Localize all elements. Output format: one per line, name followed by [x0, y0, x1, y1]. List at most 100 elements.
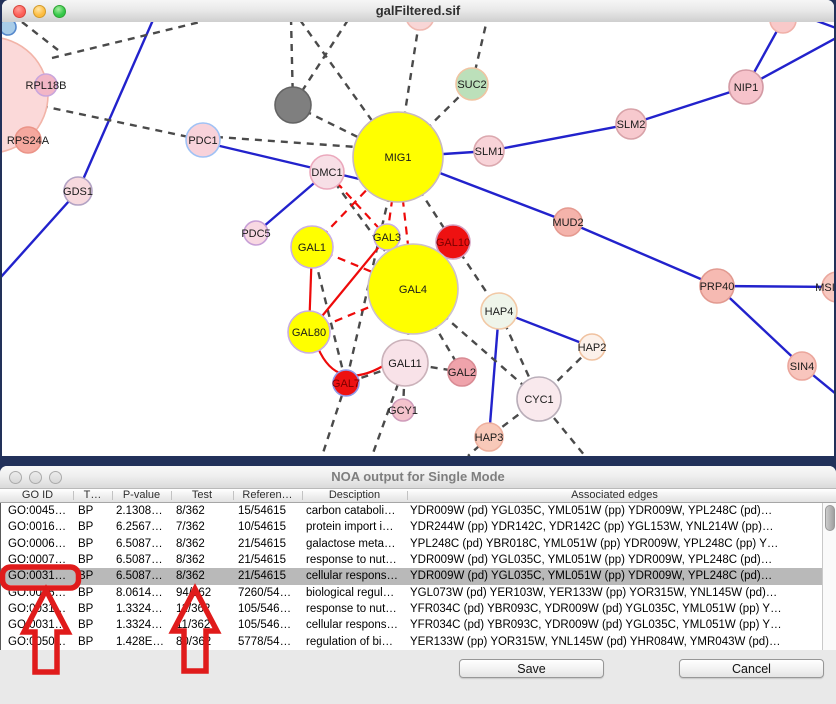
network-node-corner-blue[interactable]: [2, 22, 16, 35]
table-cell: 21/54615: [238, 536, 286, 552]
column-separator: [112, 491, 113, 500]
table-row[interactable]: GO:0031…BP1.3324…11/362105/546…cellular …: [1, 617, 823, 633]
table-cell: 8.0614…: [116, 585, 163, 601]
table-cell: BP: [78, 634, 93, 650]
network-edge-blue: [489, 124, 631, 151]
table-cell: galactose meta…: [306, 536, 396, 552]
network-edge-gray: [22, 22, 58, 50]
node-label-MUD2: MUD2: [552, 217, 583, 229]
table-row[interactable]: GO:0031…BP1.3324…11/362105/546…response …: [1, 601, 823, 617]
network-window-titlebar[interactable]: galFiltered.sif: [2, 0, 834, 23]
network-node-top-cut-2[interactable]: [770, 22, 796, 33]
table-cell: carbon cataboli…: [306, 503, 396, 519]
table-cell: 21/54615: [238, 568, 286, 584]
table-cell: 2.1308…: [116, 503, 163, 519]
table-cell: 8/362: [176, 568, 205, 584]
table-cell: 80/362: [176, 634, 211, 650]
node-label-NIP1: NIP1: [734, 82, 758, 94]
table-row[interactable]: GO:0007…BP6.5087…8/36221/54615response t…: [1, 552, 823, 568]
network-edge-blue: [489, 311, 499, 437]
vertical-scrollbar[interactable]: [822, 503, 836, 650]
column-separator: [171, 491, 172, 500]
cancel-button[interactable]: Cancel: [679, 659, 824, 678]
table-cell: 5778/54…: [238, 634, 291, 650]
node-label-GAL2: GAL2: [448, 367, 476, 379]
node-label-GAL7: GAL7: [332, 378, 360, 390]
network-edge-blue: [631, 87, 746, 124]
save-button[interactable]: Save: [459, 659, 604, 678]
table-cell: 6.2567…: [116, 519, 163, 535]
node-label-RPL18B: RPL18B: [26, 80, 67, 92]
column-header-1[interactable]: T…: [73, 489, 112, 502]
table-cell: BP: [78, 585, 93, 601]
node-label-GDS1: GDS1: [63, 186, 93, 198]
node-label-HAP2: HAP2: [578, 342, 607, 354]
network-edge-gray: [372, 384, 398, 456]
table-cell: GO:0050…: [8, 634, 66, 650]
node-label-DMC1: DMC1: [311, 167, 342, 179]
table-cell: YFR034C (pd) YBR093C, YDR009W (pd) YGL03…: [410, 617, 782, 633]
node-label-SLM2: SLM2: [617, 119, 646, 131]
table-cell: cellular respons…: [306, 568, 398, 584]
table-cell: 1.428E…: [116, 634, 164, 650]
node-label-MIG1: MIG1: [385, 152, 412, 164]
table-cell: 11/362: [176, 601, 210, 617]
table-cell: response to nut…: [306, 601, 397, 617]
table-cell: 6.5087…: [116, 552, 163, 568]
table-cell: 10/54615: [238, 519, 286, 535]
table-cell: 6.5087…: [116, 536, 163, 552]
table-row[interactable]: GO:0045…BP2.1308…8/36215/54615carbon cat…: [1, 503, 823, 519]
node-label-GCY1: GCY1: [388, 405, 418, 417]
column-header-0[interactable]: GO ID: [2, 489, 73, 502]
column-separator: [407, 491, 408, 500]
table-cell: response to nut…: [306, 552, 397, 568]
table-row[interactable]: GO:0016…BP6.2567…7/36210/54615protein im…: [1, 519, 823, 535]
node-label-GAL11: GAL11: [388, 358, 421, 370]
table-row[interactable]: GO:0065…BP8.0614…94/3627260/54…biologica…: [1, 585, 823, 601]
table-cell: GO:0031…: [8, 617, 66, 633]
table-row[interactable]: GO:0050…BP1.428E…80/3625778/54…regulatio…: [1, 634, 823, 650]
table-cell: YDR009W (pd) YGL035C, YML051W (pp) YDR00…: [410, 503, 772, 519]
scrollbar-thumb[interactable]: [825, 505, 835, 531]
node-label-SIN4: SIN4: [790, 361, 814, 373]
node-label-GAL10: GAL10: [436, 237, 470, 249]
noa-window-title: NOA output for Single Mode: [0, 466, 836, 488]
network-edge-gray: [52, 22, 200, 58]
table-row[interactable]: GO:0006…BP6.5087…8/36221/54615galactose …: [1, 536, 823, 552]
table-cell: BP: [78, 536, 93, 552]
table-cell: GO:0031…: [8, 601, 66, 617]
table-cell: YFR034C (pd) YBR093C, YDR009W (pd) YGL03…: [410, 601, 782, 617]
table-cell: BP: [78, 519, 93, 535]
table-row[interactable]: GO:0031…BP6.5087…8/36221/54615cellular r…: [1, 568, 823, 584]
table-cell: YDR244W (pp) YDR142C, YDR142C (pp) YGL15…: [410, 519, 773, 535]
window-title: galFiltered.sif: [2, 0, 834, 22]
column-header-3[interactable]: Test: [171, 489, 233, 502]
network-canvas[interactable]: RPL18BRPS24AGDS1PDC1MIG1DMC1SUC2SLM1SLM2…: [2, 22, 834, 456]
network-edge-gray: [554, 418, 585, 456]
column-separator: [233, 491, 234, 500]
column-header-6[interactable]: Associated edges: [407, 489, 822, 502]
node-label-RPS24A: RPS24A: [7, 135, 50, 147]
table-body: GO:0045…BP2.1308…8/36215/54615carbon cat…: [0, 503, 822, 650]
network-node-gray-node[interactable]: [275, 87, 311, 123]
node-label-SLM1: SLM1: [475, 146, 504, 158]
table-cell: GO:0065…: [8, 585, 66, 601]
table-cell: GO:0007…: [8, 552, 66, 568]
table-cell: BP: [78, 601, 93, 617]
column-header-5[interactable]: Desciption: [302, 489, 407, 502]
node-label-HAP3: HAP3: [475, 432, 504, 444]
noa-window-titlebar[interactable]: NOA output for Single Mode: [0, 466, 836, 489]
table-cell: YER133W (pp) YOR315W, YNL145W (pd) YHR08…: [410, 634, 781, 650]
column-header-4[interactable]: Referen…: [233, 489, 302, 502]
table-cell: biological regul…: [306, 585, 394, 601]
column-header-2[interactable]: P-value: [112, 489, 171, 502]
table-cell: 105/546…: [238, 617, 291, 633]
network-node-top-cut-1[interactable]: [406, 22, 434, 30]
table-cell: 8/362: [176, 552, 205, 568]
table-cell: GO:0016…: [8, 519, 66, 535]
network-svg: RPL18BRPS24AGDS1PDC1MIG1DMC1SUC2SLM1SLM2…: [2, 22, 834, 456]
table-cell: 11/362: [176, 617, 210, 633]
table-cell: cellular respons…: [306, 617, 398, 633]
table-cell: BP: [78, 617, 93, 633]
table-cell: BP: [78, 568, 93, 584]
